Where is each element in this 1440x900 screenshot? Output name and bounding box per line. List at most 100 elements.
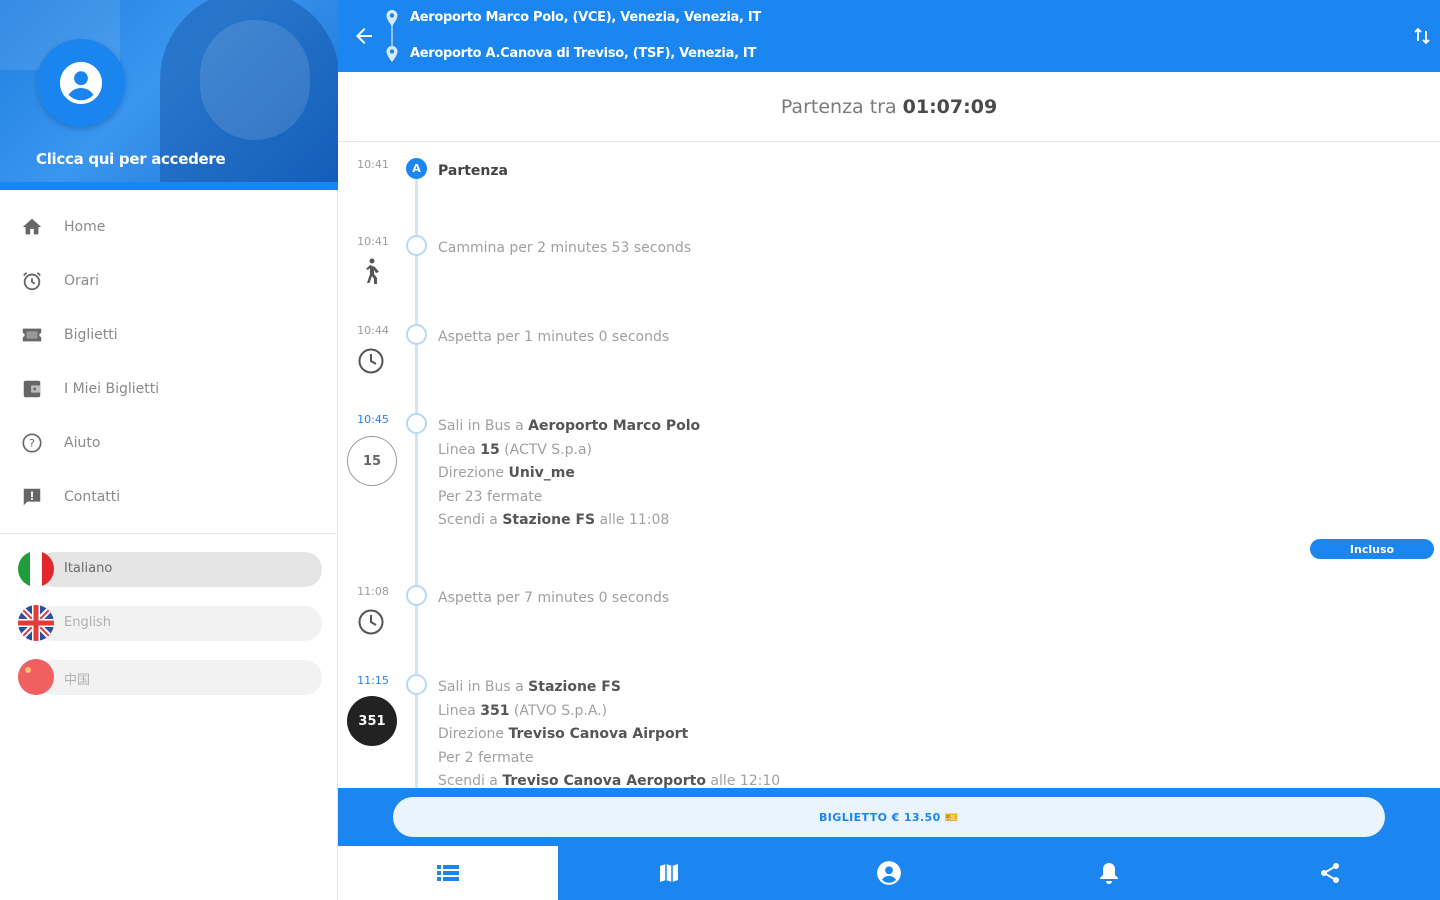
bottom-navigation <box>338 846 1440 900</box>
menu-item-home[interactable]: Home <box>0 200 338 254</box>
text-part: Scendi a <box>438 773 503 788</box>
clock-icon <box>356 346 386 376</box>
menu-item-orari[interactable]: Orari <box>0 254 338 308</box>
account-icon <box>59 61 103 105</box>
text-part: Direzione <box>438 726 509 742</box>
header-divider <box>0 182 338 190</box>
menu-label: Biglietti <box>64 327 118 343</box>
location-pin-icon <box>386 10 398 26</box>
menu-item-contatti[interactable]: Contatti <box>0 470 338 524</box>
header-photo-shape <box>200 20 310 140</box>
nav-tab-share[interactable] <box>1220 846 1440 900</box>
route-destination[interactable]: Aeroporto A.Canova di Treviso, (TSF), Ve… <box>410 46 756 61</box>
nav-tab-account[interactable] <box>779 846 999 900</box>
bell-icon <box>1100 863 1119 884</box>
stop-name: Treviso Canova Aeroporto <box>502 773 706 788</box>
text-part: Sali in Bus a <box>438 418 529 434</box>
text-part: Scendi a <box>438 512 503 528</box>
nav-tab-notifications[interactable] <box>999 846 1219 900</box>
included-badge: Incluso <box>1310 539 1434 559</box>
bus-direction-line: Direzione Treviso Canova Airport <box>438 723 780 747</box>
text-part: Sali in Bus a <box>438 679 529 695</box>
menu-item-biglietti[interactable]: Biglietti <box>0 308 338 362</box>
step-text: Aspetta per 1 minutes 0 seconds <box>438 329 670 345</box>
start-marker: A <box>406 158 427 179</box>
step-marker <box>406 324 427 345</box>
departure-countdown: Partenza tra 01:07:09 <box>338 72 1440 142</box>
step-time: 10:44 <box>357 324 389 337</box>
ticket-icon <box>20 323 44 347</box>
wallet-icon <box>20 377 44 401</box>
step-time: 10:45 <box>357 413 389 426</box>
step-marker <box>406 674 427 695</box>
countdown-value: 01:07:09 <box>902 95 998 118</box>
back-arrow-icon[interactable] <box>352 24 376 48</box>
itinerary-screen: Aeroporto Marco Polo, (VCE), Venezia, Ve… <box>338 0 1440 900</box>
menu-label: Orari <box>64 273 99 289</box>
avatar[interactable] <box>37 39 125 127</box>
china-flag <box>18 659 54 695</box>
drawer-divider <box>0 533 338 534</box>
language-selector: Italiano English 中国 <box>18 551 322 713</box>
step-marker <box>406 585 427 606</box>
walk-icon <box>356 257 386 287</box>
home-icon <box>20 215 44 239</box>
clock-icon <box>356 607 386 637</box>
swap-direction-icon[interactable] <box>1412 26 1432 46</box>
step-text: Partenza <box>438 163 508 179</box>
line-number: 351 <box>480 702 510 719</box>
italy-flag <box>18 551 54 587</box>
text-part: (ACTV S.p.a) <box>499 441 593 458</box>
step-text: Cammina per 2 minutes 53 seconds <box>438 240 692 256</box>
menu-item-aiuto[interactable]: ? Aiuto <box>0 416 338 470</box>
login-link[interactable]: Clicca qui per accedere <box>36 150 226 168</box>
language-label: 中国 <box>64 673 91 688</box>
ticket-bar: BIGLIETTO € 13.50 🎫 <box>338 788 1440 846</box>
bus-line-line: Linea 15 (ACTV S.p.a) <box>438 439 700 463</box>
buy-ticket-button[interactable]: BIGLIETTO € 13.50 🎫 <box>393 797 1385 837</box>
nav-tab-list[interactable] <box>338 846 559 900</box>
direction-name: Treviso Canova Airport <box>508 726 689 742</box>
timeline-line <box>415 169 418 788</box>
step-marker <box>406 413 427 434</box>
stop-name: Stazione FS <box>502 512 596 528</box>
text-part: Linea <box>438 702 481 719</box>
navigation-drawer: Clicca qui per accedere Home Orari Bigli… <box>0 0 338 900</box>
map-icon <box>659 864 678 882</box>
nav-tab-map[interactable] <box>558 846 778 900</box>
text-part: (ATVO S.p.A.) <box>509 702 608 719</box>
direction-name: Univ_me <box>508 465 575 481</box>
language-option-english[interactable]: English <box>18 605 322 641</box>
drawer-menu: Home Orari Biglietti I Miei Biglietti ? … <box>0 200 338 524</box>
language-option-chinese[interactable]: 中国 <box>18 659 322 695</box>
menu-label: I Miei Biglietti <box>64 381 160 397</box>
step-time: 10:41 <box>357 158 389 171</box>
bus-line-badge[interactable]: 351 <box>347 696 397 746</box>
language-label: Italiano <box>64 561 113 576</box>
drawer-header[interactable]: Clicca qui per accedere <box>0 0 338 190</box>
itinerary-timeline: 10:41 A Partenza 10:41 Cammina per 2 min… <box>338 143 1440 788</box>
bus-line-badge[interactable]: 15 <box>347 436 397 486</box>
menu-label: Contatti <box>64 489 121 505</box>
bus-line-line: Linea 351 (ATVO S.p.A.) <box>438 700 780 724</box>
step-text: Aspetta per 7 minutes 0 seconds <box>438 590 670 606</box>
bus-stops-line: Per 2 fermate <box>438 749 534 766</box>
share-icon <box>1320 863 1339 883</box>
route-origin[interactable]: Aeroporto Marco Polo, (VCE), Venezia, Ve… <box>410 10 761 25</box>
help-icon: ? <box>20 431 44 455</box>
list-icon <box>437 865 460 881</box>
stop-name: Aeroporto Marco Polo <box>528 418 701 434</box>
language-label: English <box>64 615 111 630</box>
menu-item-miei-biglietti[interactable]: I Miei Biglietti <box>0 362 338 416</box>
text-part: alle 11:08 <box>595 512 670 528</box>
bus-board-line: Sali in Bus a Aeroporto Marco Polo <box>438 415 700 439</box>
language-option-italiano[interactable]: Italiano <box>18 551 322 587</box>
bus-direction-line: Direzione Univ_me <box>438 462 700 486</box>
menu-label: Aiuto <box>64 435 101 451</box>
route-header: Aeroporto Marco Polo, (VCE), Venezia, Ve… <box>338 0 1440 72</box>
bus-board-line: Sali in Bus a Stazione FS <box>438 676 780 700</box>
step-bus-details: Sali in Bus a Stazione FS Linea 351 (ATV… <box>438 676 780 788</box>
bus-alight-line: Scendi a Stazione FS alle 11:08 <box>438 509 700 533</box>
step-time: 11:15 <box>357 674 389 687</box>
account-icon <box>877 861 901 885</box>
